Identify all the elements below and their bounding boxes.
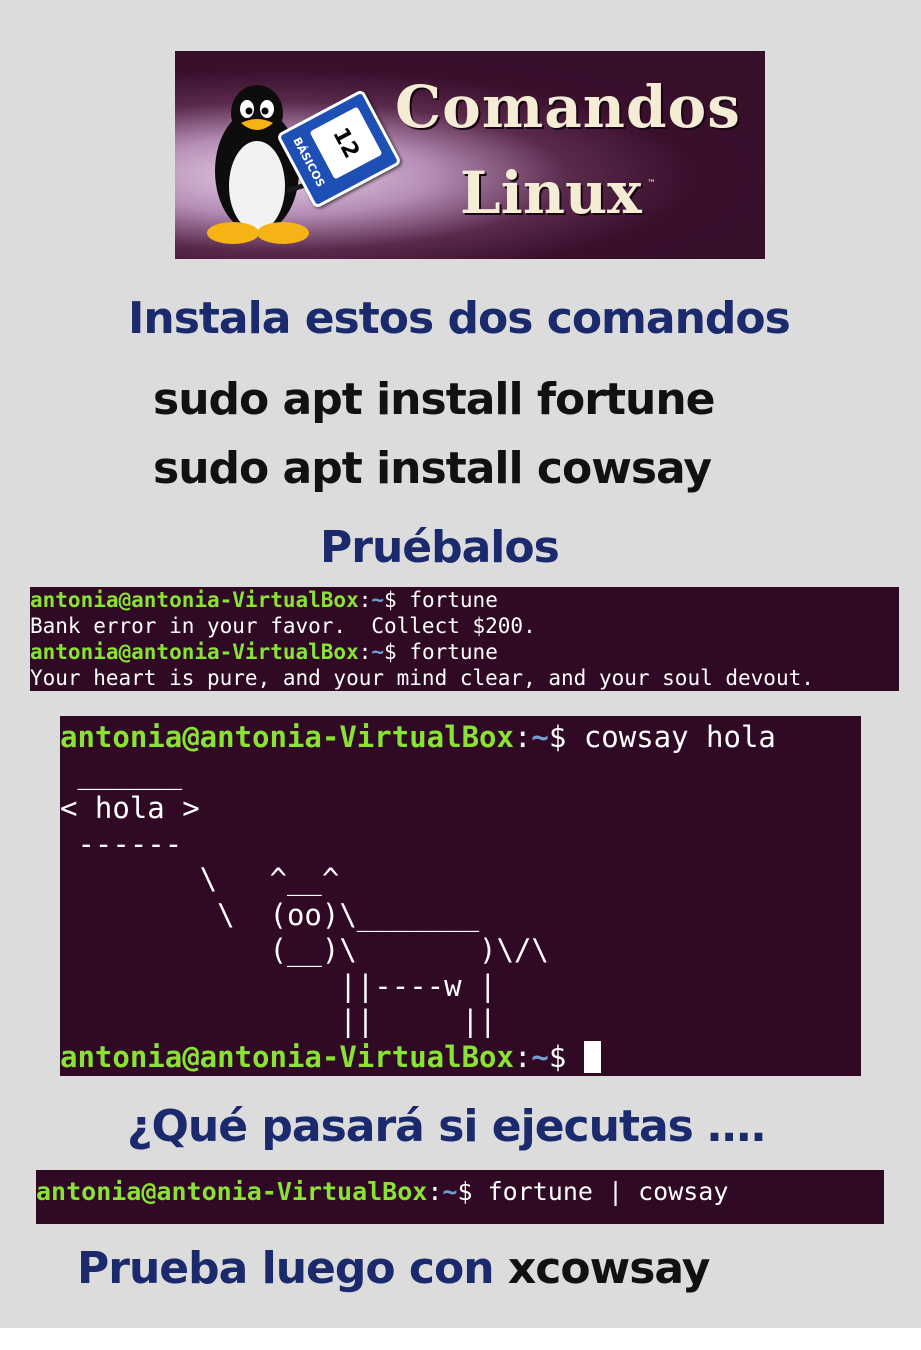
terminal-command: cowsay hola bbox=[566, 720, 776, 754]
prompt-path: ~ bbox=[371, 640, 385, 664]
banner-title-line2: Linux bbox=[460, 159, 642, 227]
prompt-symbol: $ bbox=[548, 720, 567, 754]
prompt-path: ~ bbox=[442, 1177, 458, 1206]
prompt-path: ~ bbox=[531, 720, 549, 754]
what-happens-heading: ¿Qué pasará si ejecutas …. bbox=[127, 1101, 767, 1152]
fortune-terminal: antonia@antonia-VirtualBox:~$ fortune Ban… bbox=[30, 587, 899, 691]
terminal-command: fortune | cowsay bbox=[472, 1177, 729, 1206]
prompt-symbol: $ bbox=[384, 640, 397, 664]
terminal-output: Bank error in your favor. Collect $200. bbox=[30, 614, 536, 638]
prompt-user: antonia@antonia-VirtualBox bbox=[60, 720, 514, 754]
terminal-line: antonia@antonia-VirtualBox:~$ fortune bbox=[30, 639, 899, 665]
prompt-separator: : bbox=[513, 720, 532, 754]
prompt-symbol: $ bbox=[457, 1177, 473, 1206]
cowsay-terminal: antonia@antonia-VirtualBox:~$ cowsay hol… bbox=[60, 716, 861, 1076]
prompt-symbol: $ bbox=[384, 588, 397, 612]
terminal-line: antonia@antonia-VirtualBox:~$ fortune bbox=[30, 587, 899, 613]
install-fortune-command: sudo apt install fortune bbox=[153, 374, 715, 425]
terminal-command: fortune bbox=[396, 588, 498, 612]
prompt-user: antonia@antonia-VirtualBox bbox=[36, 1177, 428, 1206]
terminal-line: antonia@antonia-VirtualBox:~$ fortune | … bbox=[36, 1172, 884, 1212]
prompt-path: ~ bbox=[371, 588, 385, 612]
terminal-command: fortune bbox=[396, 640, 498, 664]
install-heading: Instala estos dos comandos bbox=[128, 293, 791, 344]
page: BÁSICOS 12 Comandos Linux ™ Instala esto… bbox=[0, 0, 921, 1328]
prompt-separator: : bbox=[358, 588, 372, 612]
prompt-separator: : bbox=[513, 1039, 532, 1074]
prompt-user: antonia@antonia-VirtualBox bbox=[30, 640, 359, 664]
terminal-line: antonia@antonia-VirtualBox:~$ cowsay hol… bbox=[60, 720, 861, 756]
pipe-terminal: antonia@antonia-VirtualBox:~$ fortune | … bbox=[36, 1170, 884, 1224]
comandos-linux-banner: BÁSICOS 12 Comandos Linux ™ bbox=[175, 51, 765, 259]
cow-ascii-art: ______ < hola > ------ \ ^__^ \ (oo)\___… bbox=[60, 755, 549, 1039]
prompt-user: antonia@antonia-VirtualBox bbox=[30, 588, 359, 612]
try-xcowsay-heading: Prueba luego con xcowsay bbox=[77, 1243, 711, 1294]
prompt-user: antonia@antonia-VirtualBox bbox=[60, 1039, 514, 1074]
terminal-line: antonia@antonia-VirtualBox:~$ bbox=[60, 1040, 861, 1076]
install-cowsay-command: sudo apt install cowsay bbox=[153, 443, 712, 494]
prompt-separator: : bbox=[358, 640, 372, 664]
prompt-symbol: $ bbox=[548, 1039, 567, 1074]
try-xcowsay-prefix: Prueba luego con bbox=[77, 1243, 508, 1294]
xcowsay-command: xcowsay bbox=[507, 1243, 711, 1294]
terminal-cursor bbox=[583, 1040, 601, 1073]
trademark-symbol: ™ bbox=[647, 179, 656, 189]
badge-number: 12 bbox=[309, 106, 383, 180]
try-them-heading: Pruébalos bbox=[320, 522, 560, 573]
banner-title-line1: Comandos bbox=[395, 73, 741, 141]
terminal-output: Your heart is pure, and your mind clear,… bbox=[30, 666, 814, 690]
prompt-path: ~ bbox=[531, 1039, 549, 1074]
prompt-separator: : bbox=[427, 1177, 443, 1206]
